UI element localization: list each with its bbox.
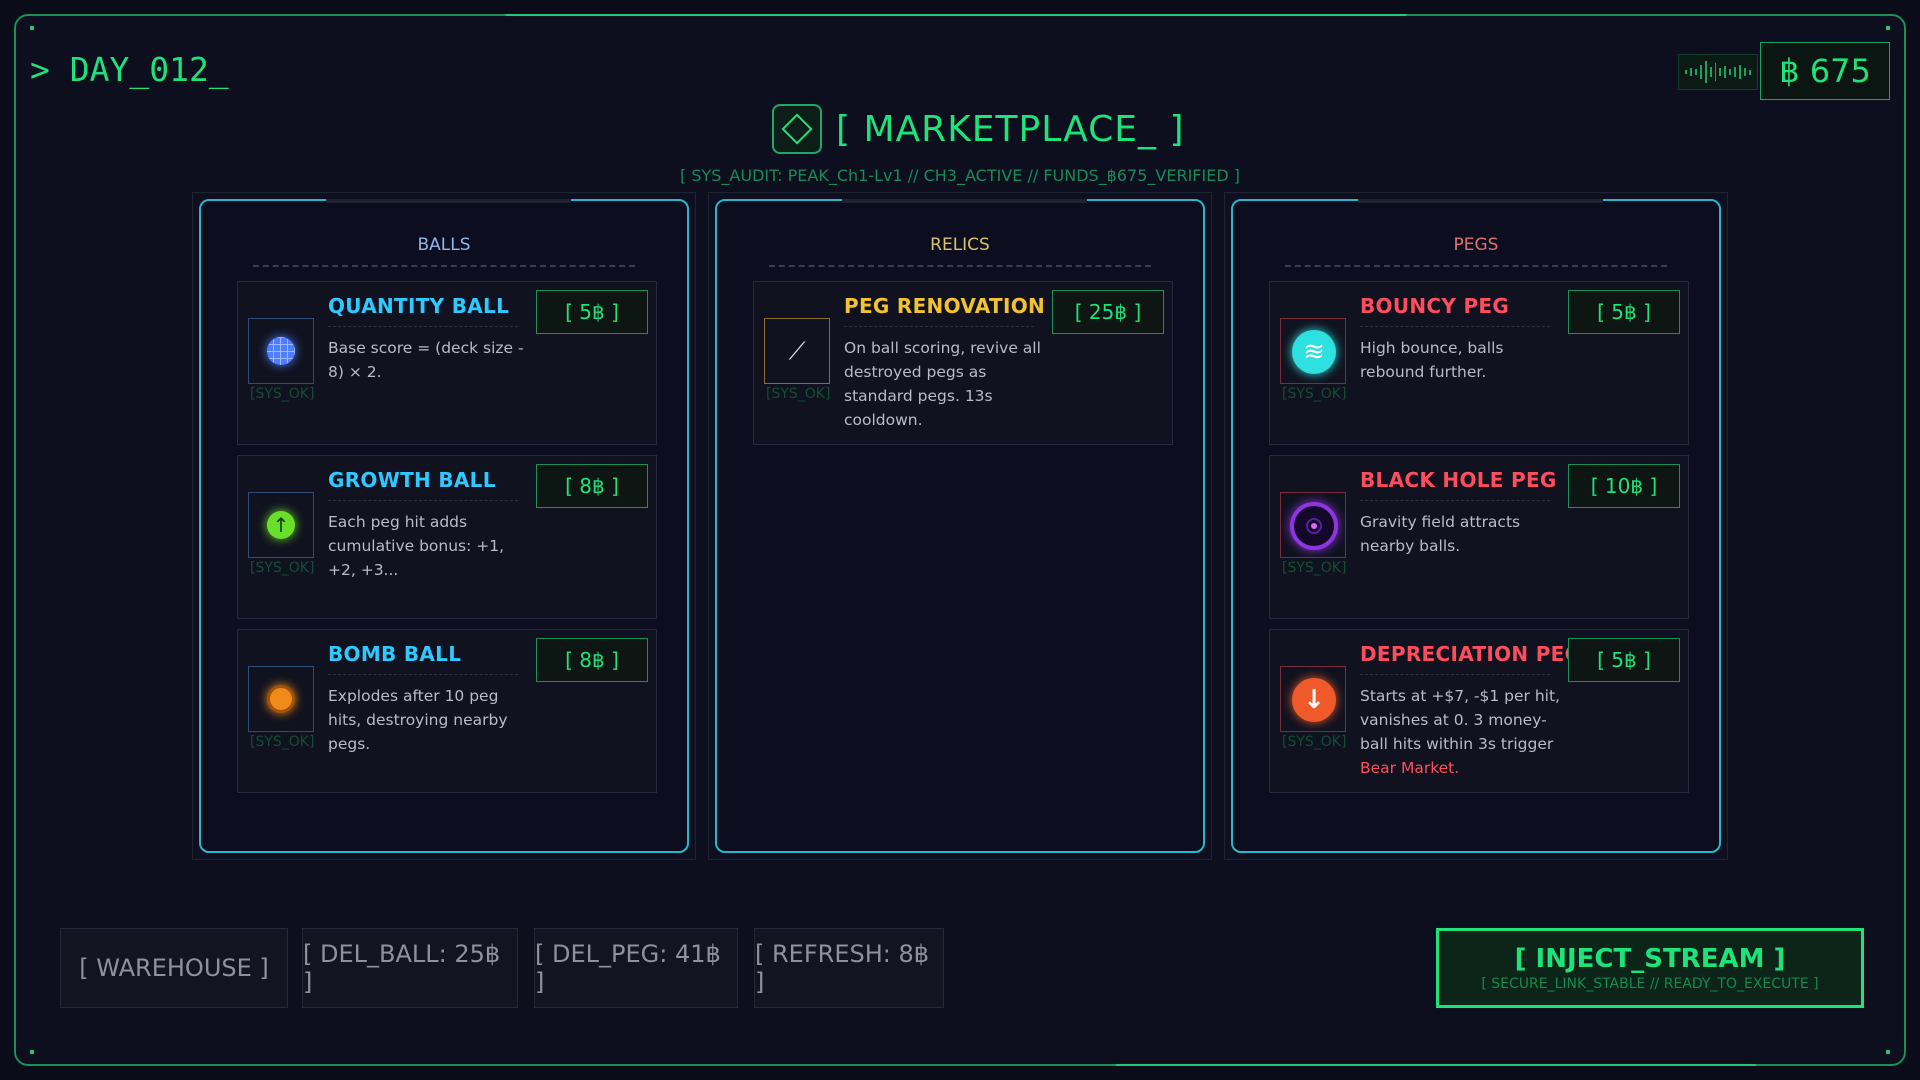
item-name: PEG RENOVATION <box>844 294 1046 318</box>
sys-status: [SYS_OK] <box>250 386 315 402</box>
warehouse-button[interactable]: [ WAREHOUSE ] <box>60 928 288 1008</box>
bear-market-highlight: Bear Market. <box>1360 759 1460 777</box>
signal-icon <box>1678 54 1758 90</box>
shop-item-quantity-ball[interactable]: [SYS_OK] QUANTITY BALL Base score = (dec… <box>237 281 657 445</box>
sys-status: [SYS_OK] <box>1282 734 1347 750</box>
item-desc: Each peg hit adds cumulative bonus: +1, … <box>328 513 505 579</box>
item-desc: Explodes after 10 peg hits, destroying n… <box>328 687 508 753</box>
item-name: QUANTITY BALL <box>328 294 510 318</box>
bomb-ball-icon <box>267 685 295 713</box>
grid-ball-icon <box>267 337 295 365</box>
funds-display: ฿ 675 <box>1760 42 1890 100</box>
buy-button[interactable]: [ 5฿ ] <box>536 290 648 334</box>
frame-bottom-accent <box>1116 1064 1756 1066</box>
wrench-relic-icon: ⟋ <box>788 337 806 365</box>
refresh-button[interactable]: [ REFRESH: 8฿ ] <box>754 928 944 1008</box>
black-hole-peg-icon <box>1290 502 1338 550</box>
shop-item-depreciation-peg[interactable]: ↓ [SYS_OK] DEPRECIATION PEG Starts at +$… <box>1269 629 1689 793</box>
item-name: BLACK HOLE PEG <box>1360 468 1557 492</box>
corner-dot <box>1886 1050 1890 1054</box>
item-desc: Starts at +$7, -$1 per hit, vanishes at … <box>1360 684 1560 780</box>
shop-item-peg-renovation[interactable]: ⟋ [SYS_OK] PEG RENOVATION On ball scorin… <box>753 281 1173 445</box>
item-desc: Gravity field attracts nearby balls. <box>1360 513 1521 555</box>
buy-button[interactable]: [ 8฿ ] <box>536 464 648 508</box>
down-arrow-peg-icon: ↓ <box>1292 678 1336 722</box>
page-title: [ MARKETPLACE_ ] <box>836 108 1185 150</box>
item-desc: On ball scoring, revive all destroyed pe… <box>844 339 1041 429</box>
shop-item-growth-ball[interactable]: ↑ [SYS_OK] GROWTH BALL Each peg hit adds… <box>237 455 657 619</box>
corner-dot <box>1886 26 1890 30</box>
corner-dot <box>30 26 34 30</box>
frame-top-accent <box>506 14 1406 16</box>
item-name: GROWTH BALL <box>328 468 496 492</box>
relics-panel: RELICS ⟋ [SYS_OK] PEG RENOVATION On ball… <box>708 192 1212 860</box>
buy-button[interactable]: [ 5฿ ] <box>1568 290 1680 334</box>
market-chip-icon <box>772 104 822 154</box>
sys-status: [SYS_OK] <box>766 386 831 402</box>
sys-status: [SYS_OK] <box>1282 560 1347 576</box>
arrow-up-ball-icon: ↑ <box>267 511 295 539</box>
sys-status: [SYS_OK] <box>1282 386 1347 402</box>
buy-button[interactable]: [ 8฿ ] <box>536 638 648 682</box>
inject-stream-status: [ SECURE_LINK_STABLE // READY_TO_EXECUTE… <box>1481 976 1819 992</box>
buy-button[interactable]: [ 10฿ ] <box>1568 464 1680 508</box>
panel-title-relics: RELICS <box>930 235 990 255</box>
balls-panel: BALLS [SYS_OK] QUANTITY BALL Base score … <box>192 192 696 860</box>
delete-ball-button[interactable]: [ DEL_BALL: 25฿ ] <box>302 928 518 1008</box>
item-desc-text: Starts at +$7, -$1 per hit, vanishes at … <box>1360 687 1560 753</box>
sys-status: [SYS_OK] <box>250 734 315 750</box>
sys-status: [SYS_OK] <box>250 560 315 576</box>
inject-stream-label: [ INJECT_STREAM ] <box>1514 944 1786 974</box>
sys-audit-line: [ SYS_AUDIT: PEAK_Ch1-Lv1 // CH3_ACTIVE … <box>680 166 1240 185</box>
delete-peg-button[interactable]: [ DEL_PEG: 41฿ ] <box>534 928 738 1008</box>
spring-peg-icon: ≋ <box>1292 330 1336 374</box>
corner-dot <box>30 1050 34 1054</box>
day-counter: > DAY_012_ <box>30 50 229 89</box>
panel-title-pegs: PEGS <box>1453 235 1499 255</box>
item-name: BOUNCY PEG <box>1360 294 1510 318</box>
shop-item-bomb-ball[interactable]: [SYS_OK] BOMB BALL Explodes after 10 peg… <box>237 629 657 793</box>
shop-item-bouncy-peg[interactable]: ≋ [SYS_OK] BOUNCY PEG High bounce, balls… <box>1269 281 1689 445</box>
item-desc: Base score = (deck size - 8) × 2. <box>328 339 524 381</box>
item-name: DEPRECIATION PEG <box>1360 642 1582 666</box>
pegs-panel: PEGS ≋ [SYS_OK] BOUNCY PEG High bounce, … <box>1224 192 1728 860</box>
buy-button[interactable]: [ 25฿ ] <box>1052 290 1164 334</box>
shop-item-black-hole-peg[interactable]: [SYS_OK] BLACK HOLE PEG Gravity field at… <box>1269 455 1689 619</box>
inject-stream-button[interactable]: [ INJECT_STREAM ] [ SECURE_LINK_STABLE /… <box>1436 928 1864 1008</box>
item-desc: High bounce, balls rebound further. <box>1360 339 1504 381</box>
item-name: BOMB BALL <box>328 642 462 666</box>
buy-button[interactable]: [ 5฿ ] <box>1568 638 1680 682</box>
marketplace-header: [ MARKETPLACE_ ] <box>772 104 1185 154</box>
panel-title-balls: BALLS <box>417 235 471 255</box>
